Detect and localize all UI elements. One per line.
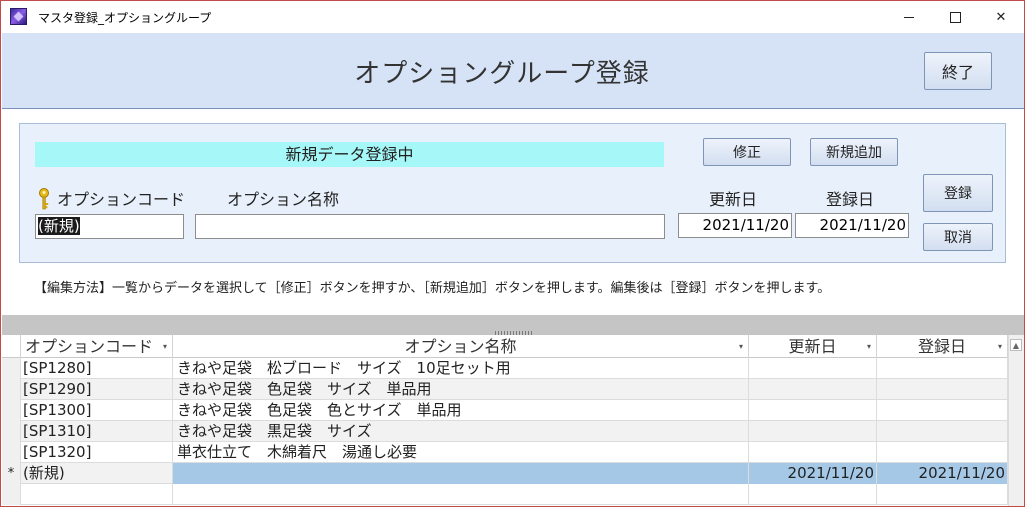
app-icon <box>10 8 27 25</box>
row-selector[interactable] <box>2 379 21 400</box>
cell-created[interactable] <box>877 379 1008 400</box>
column-header-created[interactable]: 登録日 ▾ <box>877 335 1008 358</box>
option-code-label: オプションコード <box>57 190 186 209</box>
cell-code[interactable] <box>21 484 173 505</box>
scroll-up-icon[interactable]: ▲ <box>1010 339 1022 351</box>
created-date-field[interactable]: 2021/11/20 <box>795 213 909 238</box>
cell-updated[interactable] <box>749 400 877 421</box>
cell-name[interactable] <box>173 484 749 505</box>
close-button[interactable]: ✕ <box>978 1 1024 33</box>
sort-arrow-icon[interactable]: ▾ <box>739 335 743 358</box>
column-header-updated-label: 更新日 <box>788 337 837 356</box>
minimize-icon <box>904 16 914 18</box>
cell-updated[interactable] <box>749 379 877 400</box>
cancel-button[interactable]: 取消 <box>923 223 993 251</box>
cell-created[interactable] <box>877 442 1008 463</box>
cell-updated[interactable] <box>749 484 877 505</box>
cell-name[interactable]: きねや足袋 松ブロード サイズ 10足セット用 <box>173 358 749 379</box>
cell-code[interactable]: [SP1310] <box>21 421 173 442</box>
cell-created[interactable] <box>877 358 1008 379</box>
table-row[interactable]: [SP1290] きねや足袋 色足袋 サイズ 単品用 <box>2 379 1008 400</box>
option-name-label: オプション名称 <box>227 190 340 209</box>
cell-code[interactable]: [SP1320] <box>21 442 173 463</box>
cell-updated[interactable]: 2021/11/20 <box>749 463 877 484</box>
sort-arrow-icon[interactable]: ▾ <box>867 335 871 358</box>
edit-button[interactable]: 修正 <box>703 138 791 166</box>
option-name-field[interactable] <box>195 214 665 239</box>
select-all-cell[interactable] <box>2 335 21 358</box>
form-header: オプショングループ登録 終了 <box>2 33 1024 109</box>
column-header-created-label: 登録日 <box>917 337 966 356</box>
sort-arrow-icon[interactable]: ▾ <box>998 335 1002 358</box>
table-row[interactable] <box>2 484 1008 505</box>
created-date-label: 登録日 <box>826 190 875 209</box>
cell-name[interactable]: きねや足袋 黒足袋 サイズ <box>173 421 749 442</box>
cell-created[interactable] <box>877 400 1008 421</box>
column-header-code[interactable]: オプションコード ▾ <box>21 335 173 358</box>
cell-code[interactable]: (新規) <box>21 463 173 484</box>
cell-updated[interactable] <box>749 421 877 442</box>
cell-updated[interactable] <box>749 442 877 463</box>
cell-name[interactable]: きねや足袋 色足袋 色とサイズ 単品用 <box>173 400 749 421</box>
row-selector[interactable] <box>2 358 21 379</box>
close-icon: ✕ <box>995 9 1007 25</box>
edit-panel: 新規データ登録中 修正 新規追加 登録 取消 オプションコード オプション名称 … <box>19 123 1006 263</box>
column-header-updated[interactable]: 更新日 ▾ <box>749 335 877 358</box>
row-selector[interactable] <box>2 484 21 505</box>
new-record-marker[interactable]: * <box>2 463 21 484</box>
cell-created[interactable] <box>877 421 1008 442</box>
row-selector[interactable] <box>2 421 21 442</box>
register-button[interactable]: 登録 <box>923 174 993 212</box>
updated-date-label: 更新日 <box>709 190 758 209</box>
new-record-row[interactable]: * (新規) 2021/11/20 2021/11/20 <box>2 463 1008 484</box>
cell-updated[interactable] <box>749 358 877 379</box>
title-bar: マスタ登録_オプショングループ ✕ <box>1 1 1024 33</box>
help-text: 【編集方法】一覧からデータを選択して［修正］ボタンを押すか、［新規追加］ボタンを… <box>34 281 831 296</box>
option-code-field[interactable]: (新規) <box>35 214 184 239</box>
minimize-button[interactable] <box>886 1 932 33</box>
column-header-name[interactable]: オプション名称 ▾ <box>173 335 749 358</box>
cell-name[interactable]: きねや足袋 色足袋 サイズ 単品用 <box>173 379 749 400</box>
cell-code[interactable]: [SP1290] <box>21 379 173 400</box>
column-header-code-label: オプションコード <box>25 337 154 356</box>
datasheet: オプションコード ▾ オプション名称 ▾ 更新日 ▾ 登録日 ▾ [SP1280… <box>2 335 1024 506</box>
row-selector[interactable] <box>2 442 21 463</box>
cell-code[interactable]: [SP1280] <box>21 358 173 379</box>
exit-button[interactable]: 終了 <box>924 52 992 90</box>
maximize-icon <box>949 11 961 23</box>
grid-header: オプションコード ▾ オプション名称 ▾ 更新日 ▾ 登録日 ▾ <box>2 335 1008 358</box>
row-selector[interactable] <box>2 400 21 421</box>
cell-name[interactable] <box>173 463 749 484</box>
table-row[interactable]: [SP1320] 単衣仕立て 木綿着尺 湯通し必要 <box>2 442 1008 463</box>
key-icon <box>39 188 49 210</box>
maximize-button[interactable] <box>932 1 978 33</box>
sort-arrow-icon[interactable]: ▾ <box>163 335 167 358</box>
column-header-name-label: オプション名称 <box>404 337 517 356</box>
window-title: マスタ登録_オプショングループ <box>38 11 212 25</box>
option-code-value: (新規) <box>38 217 80 235</box>
cell-name[interactable]: 単衣仕立て 木綿着尺 湯通し必要 <box>173 442 749 463</box>
cell-code[interactable]: [SP1300] <box>21 400 173 421</box>
updated-date-field[interactable]: 2021/11/20 <box>678 213 792 238</box>
table-row[interactable]: [SP1280] きねや足袋 松ブロード サイズ 10足セット用 <box>2 358 1008 379</box>
table-row[interactable]: [SP1300] きねや足袋 色足袋 色とサイズ 単品用 <box>2 400 1008 421</box>
status-banner: 新規データ登録中 <box>35 142 664 167</box>
cell-created[interactable] <box>877 484 1008 505</box>
add-new-button[interactable]: 新規追加 <box>810 138 898 166</box>
cell-created[interactable]: 2021/11/20 <box>877 463 1008 484</box>
vertical-scrollbar[interactable] <box>1008 335 1024 506</box>
app-window: マスタ登録_オプショングループ ✕ オプショングループ登録 終了 新規データ登録… <box>0 0 1025 507</box>
page-title: オプショングループ登録 <box>354 59 650 89</box>
table-row[interactable]: [SP1310] きねや足袋 黒足袋 サイズ <box>2 421 1008 442</box>
